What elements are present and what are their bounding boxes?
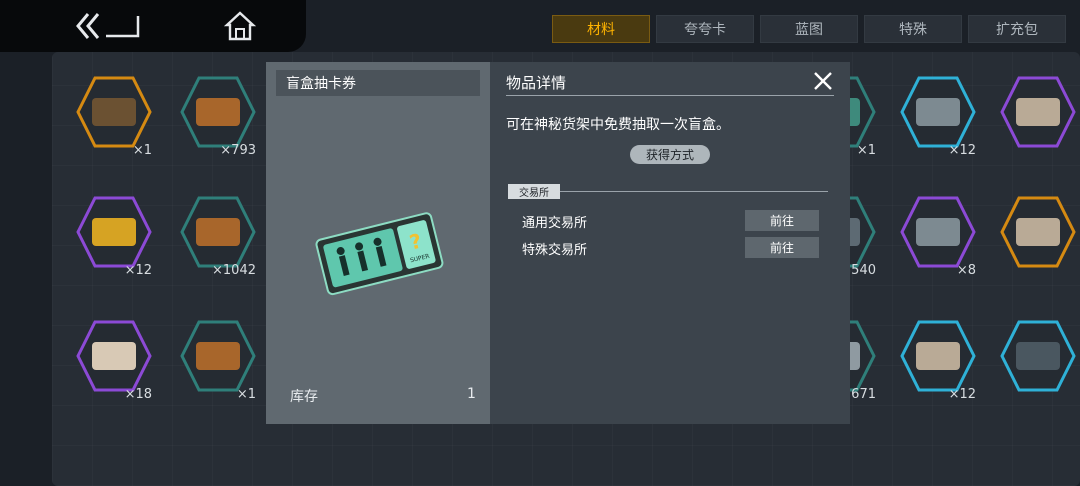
exchange-section-tag: 交易所 — [508, 184, 560, 199]
item-preview-panel: 盲盒抽卡券 ? SUPER — [266, 62, 490, 424]
close-icon[interactable] — [812, 70, 834, 92]
sand-icon — [900, 320, 976, 392]
rock-icon — [76, 76, 152, 148]
detail-title: 物品详情 — [506, 74, 567, 92]
inventory-item-scroll[interactable]: ×18 — [72, 316, 156, 406]
item-description: 可在神秘货架中免费抽取一次盲盒。 — [506, 117, 730, 133]
item-name: 盲盒抽卡券 — [276, 70, 480, 96]
item-count: ×18 — [124, 387, 152, 402]
inventory-item-sand[interactable] — [996, 72, 1080, 162]
scroll-icon — [76, 320, 152, 392]
tab-blueprints[interactable]: 蓝图 — [760, 15, 858, 43]
crate-icon — [180, 196, 256, 268]
exchange-special-label: 特殊交易所 — [522, 243, 588, 258]
device-icon — [900, 76, 976, 148]
item-count: ×12 — [948, 387, 976, 402]
tab-special[interactable]: 特殊 — [864, 15, 962, 43]
inventory-item-sand[interactable] — [996, 192, 1080, 282]
crate-icon — [180, 320, 256, 392]
divider — [560, 191, 828, 192]
inventory-item-crate[interactable]: ×793 — [176, 72, 260, 162]
sand-icon — [1000, 76, 1076, 148]
inventory-item-ticket[interactable]: ×12 — [72, 192, 156, 282]
tab-materials[interactable]: 材料 — [552, 15, 650, 43]
divider — [506, 95, 834, 96]
ticket-icon — [76, 196, 152, 268]
item-count: ×1042 — [212, 263, 256, 278]
item-count: ×1 — [236, 387, 256, 402]
item-count: ×1 — [132, 143, 152, 158]
item-count: ×12 — [948, 143, 976, 158]
item-count: ×12 — [124, 263, 152, 278]
tab-praise-cards[interactable]: 夸夸卡 — [656, 15, 754, 43]
stock-label: 库存 — [290, 389, 318, 405]
inventory-item-crate[interactable]: ×1 — [176, 316, 260, 406]
item-count: ×793 — [220, 143, 256, 158]
item-count: ×8 — [956, 263, 976, 278]
device-icon — [900, 196, 976, 268]
inventory-item-device[interactable]: ×8 — [896, 192, 980, 282]
item-count: ×1 — [856, 143, 876, 158]
exchange-general-label: 通用交易所 — [522, 216, 588, 231]
tab-expansion-packs[interactable]: 扩充包 — [968, 15, 1066, 43]
goto-general-exchange-button[interactable]: 前往 — [745, 210, 819, 231]
sand-icon — [1000, 196, 1076, 268]
obtain-method-button[interactable]: 获得方式 — [630, 145, 710, 164]
inventory-item-crate[interactable]: ×1042 — [176, 192, 260, 282]
machine-icon — [1000, 320, 1076, 392]
category-tabs: 材料 夸夸卡 蓝图 特殊 扩充包 — [552, 15, 1072, 43]
crate-icon — [180, 76, 256, 148]
goto-special-exchange-button[interactable]: 前往 — [745, 237, 819, 258]
top-nav-bar — [0, 0, 306, 52]
stock-value: 1 — [467, 386, 476, 402]
double-chevron-back-icon[interactable] — [76, 10, 144, 42]
blind-box-ticket-icon: ? SUPER — [315, 212, 444, 296]
inventory-item-machine[interactable] — [996, 316, 1080, 406]
inventory-item-sand[interactable]: ×12 — [896, 316, 980, 406]
inventory-item-device[interactable]: ×12 — [896, 72, 980, 162]
home-icon[interactable] — [224, 10, 256, 42]
inventory-item-rock[interactable]: ×1 — [72, 72, 156, 162]
